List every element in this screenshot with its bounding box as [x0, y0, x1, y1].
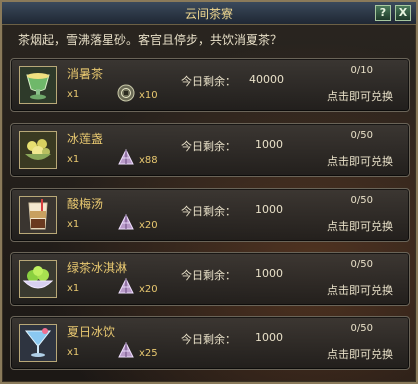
exchange-row: 消暑茶 x1 x10 今日剩余： 40000 0/10 点击即可兑换 [10, 58, 410, 112]
cost-count: x20 [139, 284, 158, 295]
remaining-label: 今日剩余： [181, 75, 236, 88]
exchange-button[interactable]: 点击即可兑换 [327, 218, 393, 234]
exchange-count: 0/50 [350, 259, 373, 270]
item-quantity: x1 [67, 219, 80, 230]
remaining-value: 40000 [249, 73, 284, 86]
crystal-icon [117, 213, 135, 232]
plum-drink-icon[interactable] [19, 196, 57, 234]
crystal-icon [117, 277, 135, 296]
tea-house-window: 云间茶寮 ? X 茶烟起，雪沸落星砂。客官且停步，共饮消夏茶？ 消暑茶 x1 x… [0, 0, 418, 384]
title-bar[interactable]: 云间茶寮 ? X [2, 2, 416, 25]
item-name: 酸梅汤 [67, 197, 104, 211]
lotus-bowl-icon[interactable] [19, 131, 57, 169]
item-name: 绿茶冰淇淋 [67, 261, 128, 275]
summer-ice-drink-icon[interactable] [19, 324, 57, 362]
remaining-label: 今日剩余： [181, 333, 236, 346]
exchange-row: 绿茶冰淇淋 x1 x20 今日剩余： 1000 0/50 点击即可兑换 [10, 252, 410, 306]
cost-count: x10 [139, 90, 158, 101]
crystal-icon [117, 341, 135, 360]
item-quantity: x1 [67, 154, 80, 165]
item-name: 冰莲盏 [67, 132, 104, 146]
exchange-row: 夏日冰饮 x1 x25 今日剩余： 1000 0/50 点击即可兑换 [10, 316, 410, 370]
coin-icon [117, 84, 135, 102]
item-quantity: x1 [67, 89, 80, 100]
cost-count: x88 [139, 155, 158, 166]
window-title: 云间茶寮 [184, 7, 233, 21]
exchange-button[interactable]: 点击即可兑换 [327, 346, 393, 362]
remaining-label: 今日剩余： [181, 140, 236, 153]
exchange-row: 冰莲盏 x1 x88 今日剩余： 1000 0/50 点击即可兑换 [10, 123, 410, 177]
item-name: 消暑茶 [67, 67, 104, 81]
cost-count: x25 [139, 348, 158, 359]
remaining-value: 1000 [255, 331, 283, 344]
remaining-label: 今日剩余： [181, 205, 236, 218]
iced-tea-icon[interactable] [19, 66, 57, 104]
item-quantity: x1 [67, 283, 80, 294]
remaining-label: 今日剩余： [181, 269, 236, 282]
exchange-button[interactable]: 点击即可兑换 [327, 88, 393, 104]
exchange-count: 0/50 [350, 323, 373, 334]
close-button[interactable]: X [395, 5, 411, 21]
exchange-count: 0/50 [350, 195, 373, 206]
exchange-button[interactable]: 点击即可兑换 [327, 153, 393, 169]
remaining-value: 1000 [255, 203, 283, 216]
help-button[interactable]: ? [375, 5, 391, 21]
exchange-count: 0/50 [350, 130, 373, 141]
crystal-icon [117, 148, 135, 167]
exchange-row: 酸梅汤 x1 x20 今日剩余： 1000 0/50 点击即可兑换 [10, 188, 410, 242]
remaining-value: 1000 [255, 267, 283, 280]
window-subtitle: 茶烟起，雪沸落星砂。客官且停步，共饮消夏茶？ [18, 33, 283, 47]
cost-count: x20 [139, 220, 158, 231]
exchange-count: 0/10 [350, 65, 373, 76]
item-quantity: x1 [67, 347, 80, 358]
item-name: 夏日冰饮 [67, 325, 116, 339]
remaining-value: 1000 [255, 138, 283, 151]
exchange-button[interactable]: 点击即可兑换 [327, 282, 393, 298]
green-tea-ice-cream-icon[interactable] [19, 260, 57, 298]
